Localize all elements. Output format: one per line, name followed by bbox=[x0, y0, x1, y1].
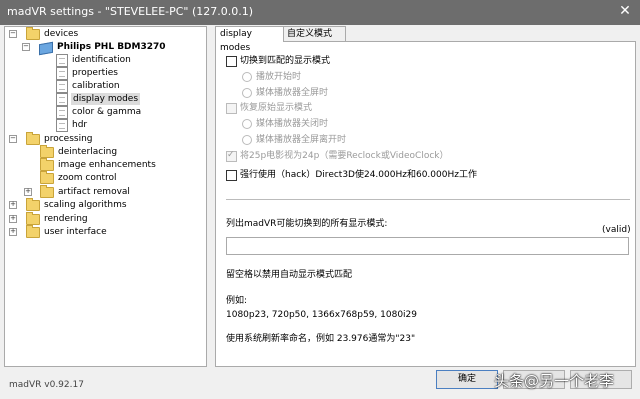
folder-icon bbox=[40, 158, 54, 171]
page-icon bbox=[56, 80, 68, 93]
folder-icon bbox=[40, 145, 54, 158]
close-icon[interactable]: ✕ bbox=[610, 0, 640, 25]
restore-original-label: 恢复原始显示模式 bbox=[240, 103, 313, 113]
force-hack-label: 强行使用（hack）Direct3D使24.000Hz和60.000Hz工作 bbox=[240, 170, 477, 180]
mode-list-input[interactable] bbox=[226, 237, 629, 255]
playback-start-radio[interactable] bbox=[242, 72, 252, 82]
expand-icon[interactable]: + bbox=[9, 201, 17, 209]
collapse-icon[interactable]: − bbox=[9, 30, 17, 38]
treat-25p-checkbox[interactable] bbox=[226, 150, 237, 162]
version-label: madVR v0.92.17 bbox=[9, 380, 84, 390]
watermark: 头条@另一个老李 bbox=[494, 372, 615, 390]
mode-list-label: 列出madVR可能切换到的所有显示模式: bbox=[226, 219, 388, 229]
switch-matching-checkbox[interactable] bbox=[226, 56, 237, 67]
folder-icon bbox=[40, 171, 54, 184]
folder-icon bbox=[26, 225, 40, 238]
ok-button[interactable]: 确定 bbox=[436, 370, 498, 389]
folder-icon bbox=[26, 27, 40, 40]
playback-start-label: 播放开始时 bbox=[256, 72, 302, 82]
folder-icon bbox=[40, 185, 54, 198]
folder-icon bbox=[26, 198, 40, 211]
page-icon bbox=[56, 119, 68, 132]
window-title: madVR settings - "STEVELEE-PC" (127.0.0.… bbox=[7, 5, 254, 18]
leave-fullscreen-radio[interactable] bbox=[242, 135, 252, 145]
player-close-label: 媒体播放器关闭时 bbox=[256, 119, 329, 129]
force-hack-checkbox[interactable] bbox=[226, 170, 237, 181]
example-values: 1080p23, 720p50, 1366x768p59, 1080i29 bbox=[226, 310, 418, 320]
fullscreen-label: 媒体播放器全屏时 bbox=[256, 88, 329, 98]
switch-matching-label: 切换到匹配的显示模式 bbox=[240, 56, 331, 66]
page-icon bbox=[56, 106, 68, 119]
expand-icon[interactable]: + bbox=[9, 215, 17, 223]
expand-icon[interactable]: + bbox=[24, 188, 32, 196]
folder-icon bbox=[26, 132, 40, 145]
title-bar: madVR settings - "STEVELEE-PC" (127.0.0.… bbox=[0, 0, 640, 25]
tab-custom-modes[interactable]: 自定义模式 bbox=[282, 26, 346, 41]
example-title: 例如: bbox=[226, 296, 248, 306]
valid-indicator: (valid) bbox=[602, 225, 631, 235]
player-close-radio[interactable] bbox=[242, 119, 252, 129]
display-modes-panel: 切换到匹配的显示模式 播放开始时 媒体播放器全屏时 恢复原始显示模式 媒体播放器… bbox=[215, 41, 636, 367]
page-icon bbox=[56, 93, 68, 106]
monitor-icon bbox=[39, 41, 53, 56]
restore-original-checkbox[interactable] bbox=[226, 103, 237, 114]
settings-frame: − devices − Philips PHL BDM3270 identifi… bbox=[0, 25, 640, 399]
folder-icon bbox=[26, 212, 40, 225]
fullscreen-radio[interactable] bbox=[242, 88, 252, 98]
rename-hint: 使用系统刷新率命名，例如 23.976通常为"23" bbox=[226, 334, 416, 344]
blank-hint: 留空格以禁用自动显示模式匹配 bbox=[226, 270, 353, 280]
divider bbox=[226, 199, 630, 200]
collapse-icon[interactable]: − bbox=[9, 135, 17, 143]
settings-tree: − devices − Philips PHL BDM3270 identifi… bbox=[4, 26, 207, 367]
expand-icon[interactable]: + bbox=[9, 228, 17, 236]
page-icon bbox=[56, 67, 68, 80]
leave-fullscreen-label: 媒体播放器全屏离开时 bbox=[256, 135, 347, 145]
tab-display-modes[interactable]: display modes bbox=[215, 26, 284, 53]
page-icon bbox=[56, 54, 68, 67]
collapse-icon[interactable]: − bbox=[22, 43, 30, 51]
treat-25p-label: 将25p电影视为24p（需要Reclock或VideoClock） bbox=[240, 151, 449, 161]
